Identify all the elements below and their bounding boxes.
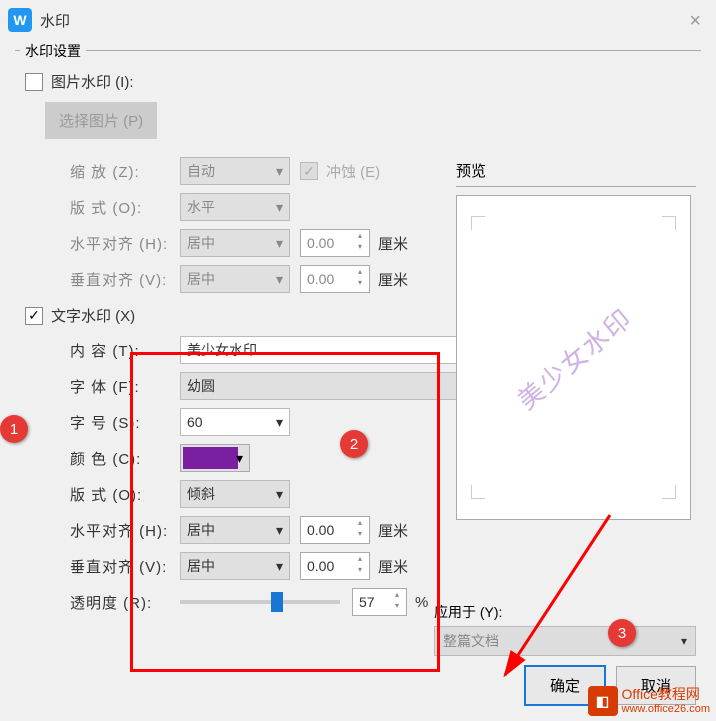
opacity-value[interactable]: 57▴▾ [352,588,407,616]
select-picture-button[interactable]: 选择图片 (P) [45,102,157,139]
window-title: 水印 [40,10,70,31]
preview-box: 美少女水印 [456,195,691,520]
font-select[interactable]: 幼圆 [180,372,470,400]
percent-label: % [415,594,428,611]
preview-watermark-text: 美少女水印 [508,298,639,416]
txt-valign-value[interactable]: 0.00▴▾ [300,552,370,580]
opacity-slider[interactable] [180,600,340,604]
apply-to-select[interactable]: 整篇文档 [434,626,696,656]
apply-to-label: 应用于 (Y): [434,602,502,622]
color-select[interactable] [180,444,250,472]
annotation-circle-3: 3 [608,619,636,647]
txt-layout-select[interactable]: 倾斜 [180,480,290,508]
img-valign-label: 垂直对齐 (V): [70,269,180,290]
annotation-circle-1: 1 [0,415,28,443]
img-valign-value: 0.00▴▾ [300,265,370,293]
annotation-circle-2: 2 [340,430,368,458]
txt-halign-value[interactable]: 0.00▴▾ [300,516,370,544]
image-watermark-checkbox[interactable] [25,73,43,91]
content-select[interactable]: 美少女水印 [180,336,470,364]
font-label: 字 体 (F): [70,376,180,397]
image-watermark-label: 图片水印 (I): [51,71,134,92]
washout-label: 冲蚀 (E) [326,161,380,182]
img-valign-unit: 厘米 [378,269,408,290]
img-halign-value: 0.00▴▾ [300,229,370,257]
txt-halign-label: 水平对齐 (H): [70,520,180,541]
txt-halign-select[interactable]: 居中 [180,516,290,544]
txt-layout-label: 版 式 (O): [70,484,180,505]
size-select[interactable]: 60 [180,408,290,436]
preview-area: 预览 美少女水印 [456,160,696,520]
close-icon[interactable]: × [689,10,701,33]
img-valign-select: 居中 [180,265,290,293]
size-label: 字 号 (S): [70,412,180,433]
txt-halign-unit: 厘米 [378,520,408,541]
washout-checkbox: ✓ [300,162,318,180]
apply-to-row: 应用于 (Y): 整篇文档 [434,602,696,656]
group-title: 水印设置 [20,41,86,61]
content-label: 内 容 (T): [70,340,180,361]
brand-text: Office教程网 www.office26.com [622,687,710,714]
img-layout-select: 水平 [180,193,290,221]
img-halign-label: 水平对齐 (H): [70,233,180,254]
txt-valign-select[interactable]: 居中 [180,552,290,580]
title-bar: W 水印 × [0,0,716,40]
footer-brand: ◧ Office教程网 www.office26.com [588,686,710,716]
text-watermark-checkbox[interactable] [25,307,43,325]
txt-valign-unit: 厘米 [378,556,408,577]
text-watermark-label: 文字水印 (X) [51,305,135,326]
color-label: 颜 色 (C): [70,448,180,469]
slider-thumb[interactable] [271,592,283,612]
brand-icon: ◧ [588,686,618,716]
zoom-select[interactable]: 自动 [180,157,290,185]
image-watermark-row: 图片水印 (I): [25,71,701,92]
img-halign-unit: 厘米 [378,233,408,254]
preview-label: 预览 [456,160,696,181]
img-halign-select: 居中 [180,229,290,257]
img-layout-label: 版 式 (O): [70,197,180,218]
opacity-label: 透明度 (R): [70,592,180,613]
txt-valign-label: 垂直对齐 (V): [70,556,180,577]
app-icon: W [8,8,32,32]
zoom-label: 缩 放 (Z): [70,161,180,182]
